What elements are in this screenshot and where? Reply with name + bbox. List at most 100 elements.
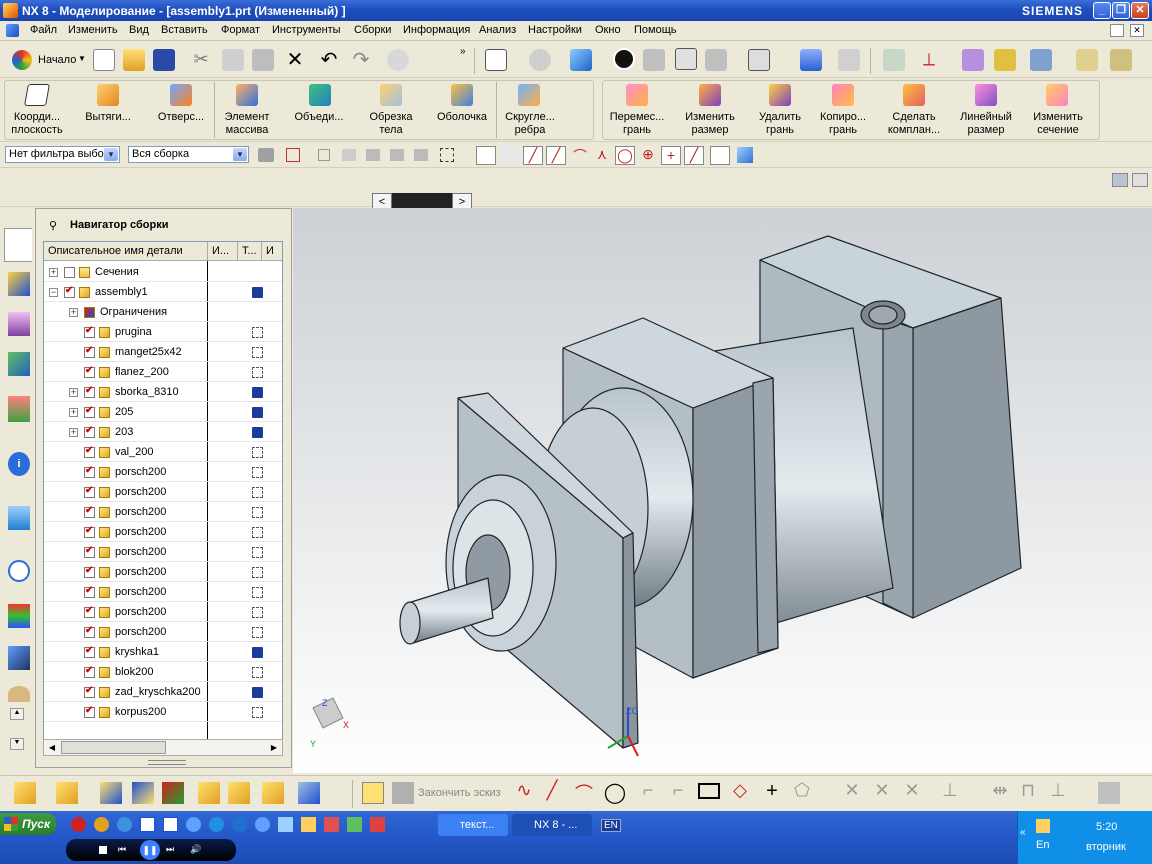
shaded-icon[interactable]	[529, 49, 551, 71]
save-icon[interactable]	[153, 49, 175, 71]
offset-curve-icon[interactable]: ⬠	[790, 780, 814, 804]
menu-view[interactable]: Вид	[129, 24, 149, 36]
tree-row[interactable]: porsch200	[44, 522, 282, 542]
reposition-icon[interactable]	[198, 782, 220, 804]
part-navigator-tab-icon[interactable]	[8, 312, 30, 336]
tree-row[interactable]: kryshka1	[44, 642, 282, 662]
tree-row[interactable]: val_200	[44, 442, 282, 462]
system-materials-tab-icon[interactable]	[8, 604, 30, 628]
point-icon[interactable]: +	[760, 780, 784, 804]
open-folder-icon[interactable]	[123, 49, 145, 71]
tree-row[interactable]: porsch200	[44, 462, 282, 482]
visibility-checkbox[interactable]	[64, 285, 75, 298]
tree-row[interactable]: porsch200	[44, 562, 282, 582]
select-all-icon[interactable]	[286, 148, 300, 162]
tree-row[interactable]: manget25x42	[44, 342, 282, 362]
arc-icon[interactable]: ⌒	[572, 780, 596, 804]
quick-trim-icon[interactable]: ✕	[840, 780, 864, 804]
visibility-checkbox[interactable]	[84, 645, 95, 658]
tool-shell[interactable]: Оболочка	[432, 111, 492, 124]
tool-linear-dimension[interactable]: Линейный размер	[954, 111, 1018, 137]
reuse-library-tab-icon[interactable]	[8, 352, 30, 376]
measure-icon[interactable]	[962, 49, 984, 71]
menu-window[interactable]: Окно	[595, 24, 621, 36]
tool-edge-blend[interactable]: Скругле... ребра	[498, 111, 562, 137]
extrude-icon[interactable]	[97, 84, 119, 106]
move-face-icon[interactable]	[626, 84, 648, 106]
mate-icon[interactable]	[132, 782, 154, 804]
roles-tab-icon[interactable]	[8, 686, 30, 702]
chevron-down-icon[interactable]: ▼	[104, 148, 118, 161]
background-color-icon[interactable]	[748, 49, 770, 71]
opera-icon[interactable]	[71, 817, 86, 832]
column-header-extra[interactable]: И	[262, 242, 282, 261]
toolbar-overflow-icon[interactable]: »	[460, 46, 466, 57]
task-nx8[interactable]: NX 8 - ...	[512, 814, 592, 836]
close-button[interactable]: ✕	[1131, 2, 1149, 19]
visibility-checkbox[interactable]	[84, 465, 95, 478]
language-indicator[interactable]: EN	[601, 819, 621, 832]
menu-format[interactable]: Формат	[221, 24, 260, 36]
menu-edit[interactable]: Изменить	[68, 24, 118, 36]
tray-expand-icon[interactable]: «	[1020, 827, 1026, 838]
menu-assemblies[interactable]: Сборки	[354, 24, 391, 36]
resize-grip[interactable]	[148, 760, 186, 765]
circle-icon[interactable]: ◯	[603, 780, 627, 804]
visibility-checkbox[interactable]	[84, 705, 95, 718]
gift-icon[interactable]	[370, 817, 385, 832]
document-icon[interactable]	[6, 24, 19, 37]
select-icon[interactable]	[1030, 49, 1052, 71]
sketch-style-icon[interactable]	[1098, 782, 1120, 804]
undo-icon[interactable]: ↶	[318, 49, 340, 71]
snap-quadrant-icon[interactable]: ⊕	[638, 146, 658, 165]
tool-delete-face[interactable]: Удалить грань	[750, 111, 810, 137]
trim-body-icon[interactable]	[380, 84, 402, 106]
sketch-icon[interactable]	[362, 782, 384, 804]
start-dropdown-icon[interactable]: ▼	[78, 54, 86, 63]
start-button[interactable]: Пуск	[0, 813, 56, 835]
new-file-icon[interactable]	[93, 49, 115, 71]
new-component-icon[interactable]	[56, 782, 78, 804]
tool-change-section[interactable]: Изменить сечение	[1026, 111, 1090, 137]
restore-child-button[interactable]	[1110, 24, 1124, 37]
constraints-icon[interactable]: ⊥	[938, 780, 962, 804]
section-view-icon[interactable]	[613, 48, 635, 70]
visibility-checkbox[interactable]	[84, 485, 95, 498]
folder-icon[interactable]	[301, 817, 316, 832]
menu-information[interactable]: Информация	[403, 24, 470, 36]
make-coplanar-icon[interactable]	[903, 84, 925, 106]
play-pause-icon[interactable]: ❚❚	[140, 840, 160, 860]
pattern-feature-icon[interactable]	[236, 84, 258, 106]
skype-icon[interactable]	[209, 817, 224, 832]
snap-center-icon[interactable]: ◯	[615, 146, 635, 165]
resource-scroll-up[interactable]: ▲	[10, 708, 24, 720]
tree-row[interactable]: zad_kryschka200	[44, 682, 282, 702]
paint-icon[interactable]	[324, 817, 339, 832]
visibility-checkbox[interactable]	[84, 385, 95, 398]
tool-datum-plane[interactable]: Коорди... плоскость	[6, 111, 68, 137]
hd3d-tools-tab-icon[interactable]	[8, 396, 30, 422]
resource-scroll-down[interactable]: ▼	[10, 738, 24, 750]
tool-trim-body[interactable]: Обрезка тела	[362, 111, 420, 137]
resize-face-icon[interactable]	[699, 84, 721, 106]
start-menu-label[interactable]: Начало	[38, 54, 76, 66]
visibility-checkbox[interactable]	[84, 545, 95, 558]
hole-icon[interactable]	[170, 84, 192, 106]
rectangle-select-icon[interactable]	[440, 148, 454, 162]
wcs-icon[interactable]: ⟂	[918, 49, 940, 71]
shell-icon[interactable]	[451, 84, 473, 106]
visibility-checkbox[interactable]	[84, 665, 95, 678]
delete-face-icon[interactable]	[769, 84, 791, 106]
sequence-icon[interactable]	[298, 782, 320, 804]
tree-row[interactable]: porsch200	[44, 482, 282, 502]
snap-point-on-curve-icon[interactable]: ╱	[684, 146, 704, 165]
replace-icon[interactable]	[262, 782, 284, 804]
app-icon[interactable]	[278, 817, 293, 832]
column-header-type[interactable]: Т...	[238, 242, 262, 261]
visibility-checkbox[interactable]	[84, 565, 95, 578]
mirror-assembly-icon[interactable]	[100, 782, 122, 804]
snap-arc-icon[interactable]: ⌒	[570, 146, 590, 165]
minimize-button[interactable]: _	[1093, 2, 1111, 19]
menu-insert[interactable]: Вставить	[161, 24, 208, 36]
tree-row[interactable]: +203	[44, 422, 282, 442]
